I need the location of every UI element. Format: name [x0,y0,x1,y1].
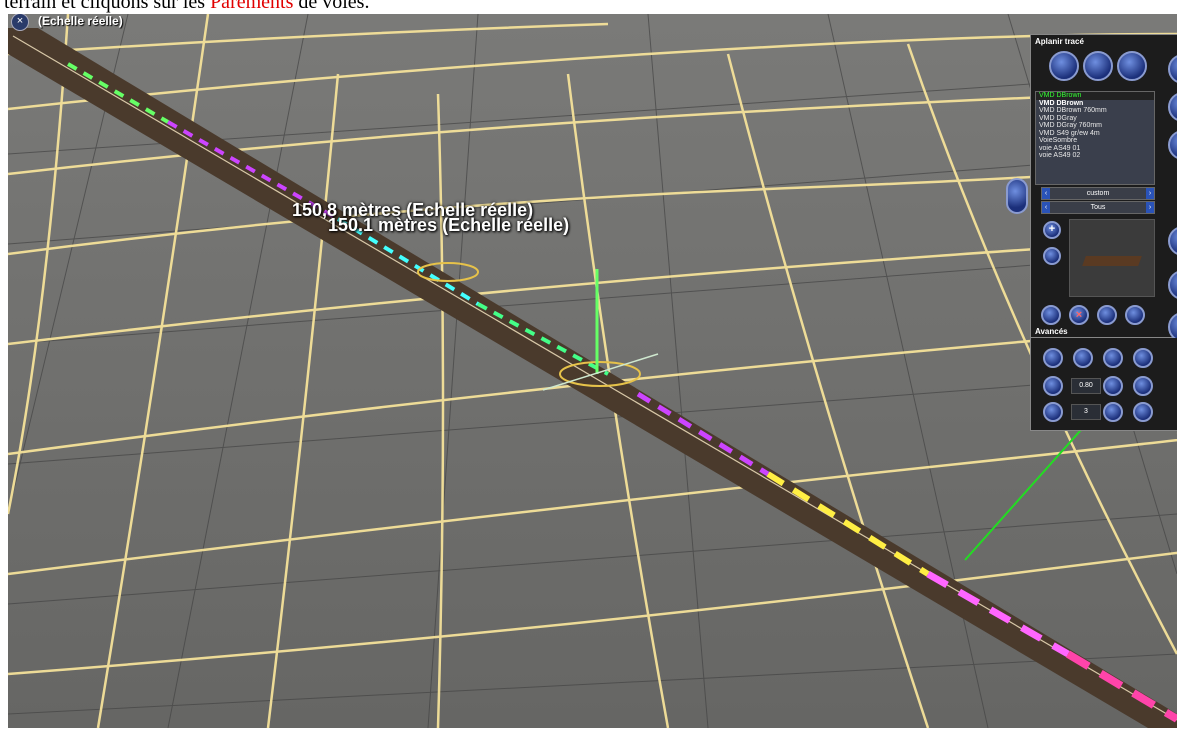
adv-button-5[interactable] [1043,376,1063,396]
tool-height-button[interactable] [1083,51,1113,81]
adv-button-6[interactable] [1103,376,1123,396]
filter-selector-all[interactable]: ‹ Tous › [1041,201,1155,214]
list-item[interactable]: voie AS49 02 [1036,152,1154,160]
filter-2-label: Tous [1090,204,1106,211]
delete-icon[interactable]: × [1069,305,1089,325]
advanced-title: Avancés [1035,327,1068,336]
adv-button-1[interactable] [1043,348,1063,368]
chevron-left-icon[interactable]: ‹ [1042,188,1050,199]
value-field-1[interactable]: 0.80 [1071,378,1101,394]
caption-prefix: terrain et cliquons sur les [4,0,211,13]
track-preview [1069,219,1155,297]
panel-collapse-button[interactable] [1006,178,1028,214]
caption-text: terrain et cliquons sur les Parements de… [4,0,369,14]
adv-button-7[interactable] [1133,376,1153,396]
adv-button-2[interactable] [1073,348,1093,368]
filter-1-label: custom [1086,190,1110,197]
list-item[interactable]: VMD S49 gr/ew 4m [1036,130,1154,138]
eyedropper-icon[interactable] [1043,247,1061,265]
measure-label-bottom: 150.1 mètres (Echelle réelle) [328,215,570,235]
tool-smooth-button[interactable] [1049,51,1079,81]
tool-icon-1[interactable] [1041,305,1061,325]
terrain-scene [8,14,1177,728]
track-preview-image [1082,256,1142,266]
list-item[interactable]: voie AS49 01 [1036,145,1154,153]
adv-button-8[interactable] [1043,402,1063,422]
document-caption: terrain et cliquons sur les Parements de… [0,0,1177,14]
flatten-track-panel: Aplanir tracé VMD DBrown VMD DBrown VMD … [1030,34,1177,338]
list-item[interactable]: VoieSombre [1036,137,1154,145]
tool-icon-3[interactable] [1097,305,1117,325]
adv-button-10[interactable] [1133,402,1153,422]
scale-label: (Echelle réelle) [38,14,123,28]
adv-button-9[interactable] [1103,402,1123,422]
list-item[interactable]: VMD DGray 760mm [1036,122,1154,130]
list-item[interactable]: VMD DBrown 760mm [1036,107,1154,115]
chevron-right-icon[interactable]: › [1146,202,1154,213]
value-field-2[interactable]: 3 [1071,404,1101,420]
track-type-list[interactable]: VMD DBrown VMD DBrown VMD DBrown 760mm V… [1035,91,1155,185]
chevron-left-icon[interactable]: ‹ [1042,202,1050,213]
panel-title: Aplanir tracé [1035,37,1084,46]
chevron-right-icon[interactable]: › [1146,188,1154,199]
parements-button[interactable] [1133,348,1153,368]
add-icon[interactable]: + [1043,221,1061,239]
advanced-panel: 0.80 3 [1030,338,1177,431]
tool-flatten-button[interactable] [1117,51,1147,81]
filter-selector-custom[interactable]: ‹ custom › [1041,187,1155,200]
tool-icon-4[interactable] [1125,305,1145,325]
selected-track: VMD DBrown [1036,92,1154,100]
adv-button-3[interactable] [1103,348,1123,368]
caption-highlight: Parements [210,0,294,13]
list-item[interactable]: VMD DGray [1036,115,1154,123]
3d-viewport[interactable]: × (Echelle réelle) 150,8 mètres (Echelle… [8,14,1177,728]
list-item[interactable]: VMD DBrown [1036,100,1154,108]
caption-suffix: de voies. [293,0,370,13]
